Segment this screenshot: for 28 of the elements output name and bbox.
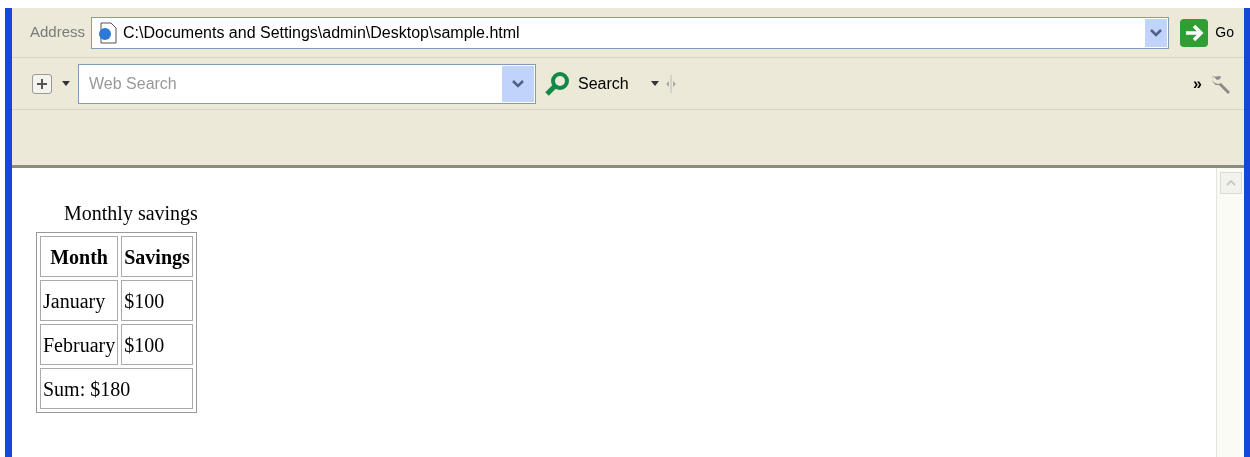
caret-icon[interactable] [650,81,659,86]
table-cell: January [40,280,119,321]
table-cell: $100 [121,280,193,321]
address-field[interactable]: C:\Documents and Settings\admin\Desktop\sample.html [91,16,1170,49]
add-button[interactable] [32,73,52,94]
table-cell: $100 [121,324,193,365]
chevron-down-icon [1150,28,1163,37]
go-button[interactable]: Go [1179,17,1234,48]
search-button[interactable]: Search [544,70,629,97]
table-cell: Sum: $180 [40,368,193,409]
url-text: C:\Documents and Settings\admin\Desktop\sample.html [123,22,520,43]
dropdown-button[interactable] [502,65,534,102]
address-label: Address [30,22,86,43]
column-header: Month [40,236,119,277]
overflow-chevrons[interactable]: » [1193,71,1202,96]
resize-handle-icon[interactable] [664,74,677,93]
table-caption: Monthly savings [63,201,199,227]
search-icon [544,70,570,97]
column-header: Savings [121,236,193,277]
caret-icon[interactable] [62,81,70,86]
chevron-down-icon [512,79,524,88]
table-cell: February [40,324,119,365]
scrollbar[interactable] [1216,168,1244,457]
chevron-up-icon [1225,180,1236,186]
plus-icon [37,78,47,89]
arrow-right-icon [1179,17,1210,48]
page-icon [96,21,119,44]
dropdown-button[interactable] [1145,18,1168,47]
